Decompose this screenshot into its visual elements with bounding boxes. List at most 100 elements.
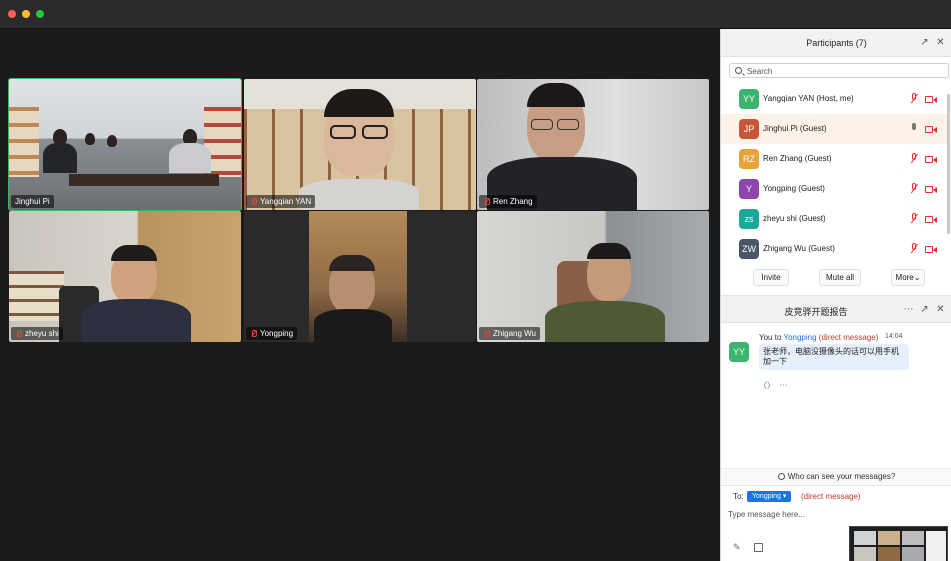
participants-header: Participants (7) ↗ ✕	[721, 29, 951, 57]
mic-muted-icon[interactable]	[909, 153, 919, 165]
participant-name: Ren Zhang (Guest)	[763, 154, 832, 163]
video-feed	[9, 79, 241, 210]
tile-name-label: Yangqian YAN	[246, 195, 316, 208]
format-icon[interactable]: ✎	[733, 543, 742, 552]
more-options-icon[interactable]: ⋯	[779, 381, 787, 390]
participant-name: Yongping (Guest)	[763, 184, 825, 193]
mic-muted-icon[interactable]	[909, 183, 919, 195]
avatar: RZ	[739, 149, 759, 169]
video-tile-yongping[interactable]: Yongping	[244, 211, 476, 342]
chat-title: 皮竞骅开题报告	[784, 307, 848, 317]
window-titlebar	[0, 0, 951, 29]
mic-muted-icon	[250, 329, 257, 338]
more-button[interactable]: More⌄	[891, 269, 925, 286]
more-label: More	[895, 273, 914, 282]
side-panel: Participants (7) ↗ ✕ YY Yangqian YAN (Ho…	[720, 29, 951, 561]
who-can-see-label: Who can see your messages?	[787, 472, 896, 481]
avatar: YY	[729, 342, 749, 362]
message-time: 14:04	[885, 333, 903, 340]
participant-name: zheyu shi (Guest)	[763, 214, 826, 223]
video-feed	[477, 211, 709, 342]
mic-muted-icon	[483, 329, 490, 338]
mic-icon[interactable]	[909, 123, 919, 135]
avatar: zs	[739, 209, 759, 229]
message-meta: You to Yongping (direct message)	[759, 333, 878, 342]
more-options-icon[interactable]: ⋯	[903, 304, 914, 315]
message-actions: 〈〉 ⋯	[759, 380, 787, 391]
mic-muted-icon	[15, 329, 22, 338]
participant-name: Zhigang Wu (Guest)	[763, 244, 835, 253]
camera-icon[interactable]	[925, 125, 937, 133]
avatar: YY	[739, 89, 759, 109]
chat-compose: To: Yongping ▾ (direct message) ✎	[721, 485, 951, 561]
message-bubble: 张老师，电脑没摄像头的话可以用手机加一下	[759, 344, 909, 370]
chat-header: 皮竞骅开题报告 ⋯ ↗ ✕	[721, 295, 951, 323]
video-tile-jinghui-pi[interactable]: Jinghui Pi	[8, 78, 242, 211]
recipient-select[interactable]: Yongping ▾	[747, 491, 792, 502]
video-tile-zheyu-shi[interactable]: zheyu shi	[9, 211, 241, 342]
mute-all-button[interactable]: Mute all	[819, 269, 861, 286]
tile-name-label: Ren Zhang	[479, 195, 537, 208]
recipient-name: Yongping	[752, 493, 781, 500]
camera-icon[interactable]	[925, 95, 937, 103]
camera-icon[interactable]	[925, 245, 937, 253]
avatar: ZW	[739, 239, 759, 259]
close-window-button[interactable]	[8, 10, 16, 18]
reply-icon[interactable]: 〈〉	[759, 381, 775, 390]
chevron-down-icon: ▾	[782, 493, 787, 500]
video-feed	[477, 79, 709, 210]
pop-out-icon[interactable]: ↗	[919, 304, 930, 315]
mic-muted-icon[interactable]	[909, 243, 919, 255]
video-feed	[244, 211, 476, 342]
participant-row[interactable]: JP Jinghui Pi (Guest)	[721, 114, 947, 144]
participant-list: YY Yangqian YAN (Host, me) JP Jinghui Pi…	[721, 84, 947, 262]
camera-icon[interactable]	[925, 185, 937, 193]
camera-icon[interactable]	[925, 215, 937, 223]
people-icon	[777, 473, 785, 480]
video-feed	[9, 211, 241, 342]
search-input[interactable]	[747, 65, 942, 77]
invite-button[interactable]: Invite	[753, 269, 789, 286]
dm-tag: (direct message)	[818, 333, 879, 342]
close-icon[interactable]: ✕	[935, 37, 946, 48]
avatar: Y	[739, 179, 759, 199]
participant-row[interactable]: ZW Zhigang Wu (Guest)	[721, 234, 947, 262]
participant-name: Jinghui Pi (Guest)	[763, 124, 827, 133]
participant-list-scrollbar[interactable]	[947, 94, 950, 234]
message-recipient[interactable]: Yongping	[783, 333, 816, 342]
chevron-down-icon: ⌄	[913, 273, 921, 282]
participant-search	[729, 63, 949, 78]
video-tile-ren-zhang[interactable]: Ren Zhang	[477, 79, 709, 210]
maximize-window-button[interactable]	[36, 10, 44, 18]
mic-muted-icon[interactable]	[909, 213, 919, 225]
who-can-see-link[interactable]: Who can see your messages?	[721, 468, 951, 484]
participant-row[interactable]: RZ Ren Zhang (Guest)	[721, 144, 947, 174]
video-gallery: Jinghui Pi Yangqian YAN Ren Zhang zheyu …	[0, 29, 720, 561]
tile-name-label: Zhigang Wu	[479, 327, 540, 340]
video-feed	[244, 79, 476, 210]
mic-muted-icon	[250, 197, 257, 206]
participant-row[interactable]: Y Yongping (Guest)	[721, 174, 947, 204]
participant-row[interactable]: YY Yangqian YAN (Host, me)	[721, 84, 947, 114]
video-tile-zhigang-wu[interactable]: Zhigang Wu	[477, 211, 709, 342]
participant-row[interactable]: zs zheyu shi (Guest)	[721, 204, 947, 234]
tile-name-label: Yongping	[246, 327, 298, 340]
dm-tag: (direct message)	[801, 492, 861, 501]
mic-muted-icon[interactable]	[909, 93, 919, 105]
mic-muted-icon	[483, 197, 490, 206]
tile-name-label: zheyu shi	[11, 327, 63, 340]
self-view-thumbnail[interactable]	[849, 526, 948, 561]
file-icon[interactable]	[754, 543, 763, 552]
participant-actions: Invite Mute all More⌄	[721, 265, 951, 291]
close-icon[interactable]: ✕	[935, 304, 946, 315]
to-label: To:	[733, 492, 744, 501]
pop-out-icon[interactable]: ↗	[919, 37, 930, 48]
video-tile-yangqian-yan[interactable]: Yangqian YAN	[244, 79, 476, 210]
avatar: JP	[739, 119, 759, 139]
camera-icon[interactable]	[925, 155, 937, 163]
message-input[interactable]	[728, 508, 843, 520]
minimize-window-button[interactable]	[22, 10, 30, 18]
search-icon	[735, 67, 742, 74]
participants-title: Participants (7)	[806, 38, 867, 48]
message-prefix: You to	[759, 333, 784, 342]
